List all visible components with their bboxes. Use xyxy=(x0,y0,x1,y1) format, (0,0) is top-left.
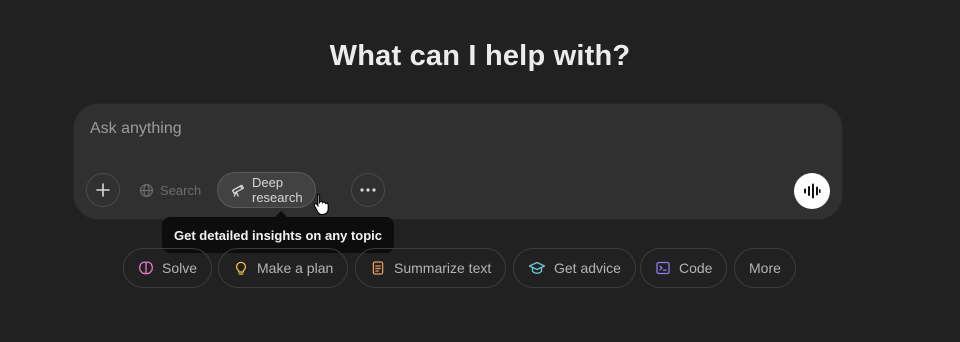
chip-summarize-text[interactable]: Summarize text xyxy=(355,248,507,288)
terminal-icon xyxy=(655,260,671,276)
chip-get-advice[interactable]: Get advice xyxy=(513,248,636,288)
chip-code[interactable]: Code xyxy=(640,248,728,288)
search-button[interactable]: Search xyxy=(126,172,214,208)
hand-cursor-icon xyxy=(313,193,331,215)
lightbulb-icon xyxy=(233,260,249,276)
prompt-input[interactable] xyxy=(90,120,690,138)
document-icon xyxy=(370,260,386,276)
chip-more[interactable]: More xyxy=(734,248,796,288)
search-label: Search xyxy=(160,182,202,198)
suggestion-chips: Solve Make a plan Summarize text Get adv… xyxy=(0,248,960,290)
chip-make-a-plan[interactable]: Make a plan xyxy=(218,248,349,288)
plus-icon xyxy=(95,182,111,198)
chip-label: Get advice xyxy=(554,260,621,276)
more-tools-button[interactable] xyxy=(351,173,385,207)
page-title: What can I help with? xyxy=(329,40,631,72)
chip-label: Summarize text xyxy=(394,260,492,276)
chip-solve[interactable]: Solve xyxy=(123,248,213,288)
chip-label: More xyxy=(749,260,781,276)
deep-research-button[interactable]: Deep research xyxy=(217,172,316,208)
globe-icon xyxy=(139,183,154,198)
add-button[interactable] xyxy=(86,173,120,207)
telescope-icon xyxy=(230,182,246,198)
ellipsis-icon xyxy=(360,188,376,192)
chip-label: Solve xyxy=(162,260,198,276)
voice-mode-button[interactable] xyxy=(794,173,830,209)
brain-icon xyxy=(138,260,154,276)
chip-label: Make a plan xyxy=(257,260,334,276)
chip-label: Code xyxy=(679,260,713,276)
composer: Search Deep research xyxy=(74,104,842,219)
graduation-cap-icon xyxy=(528,260,546,276)
deep-research-label: Deep research xyxy=(252,175,303,205)
voice-waveform-icon xyxy=(803,183,821,199)
